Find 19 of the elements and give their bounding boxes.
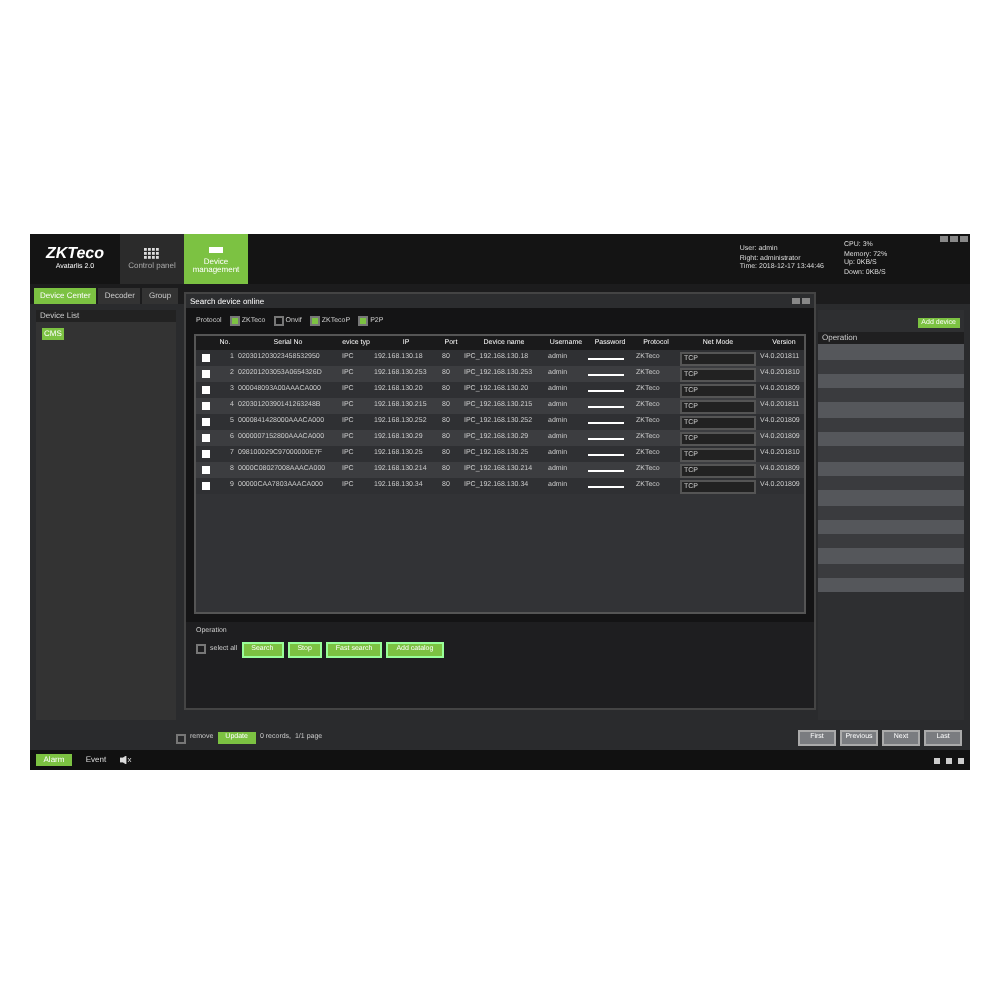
speaker-icon[interactable] [120,756,132,764]
row-checkbox[interactable] [201,402,209,410]
row-checkbox[interactable] [201,434,209,442]
row-checkbox[interactable] [201,466,209,474]
checkbox[interactable] [229,316,240,326]
row-checkbox[interactable] [201,450,209,458]
checkbox[interactable] [196,644,206,655]
row-checkbox[interactable] [201,386,209,394]
grid-icon [144,248,160,260]
row-checkbox[interactable] [201,354,209,362]
logo-text: ZKTeco [45,246,105,263]
checkbox[interactable] [358,316,369,326]
row-checkbox[interactable] [201,482,209,490]
device-icon [208,244,224,256]
row-checkbox[interactable] [201,370,209,378]
row-checkbox[interactable] [201,418,209,426]
checkbox[interactable] [309,316,320,326]
checkbox[interactable] [176,733,186,743]
checkbox[interactable] [273,316,284,326]
